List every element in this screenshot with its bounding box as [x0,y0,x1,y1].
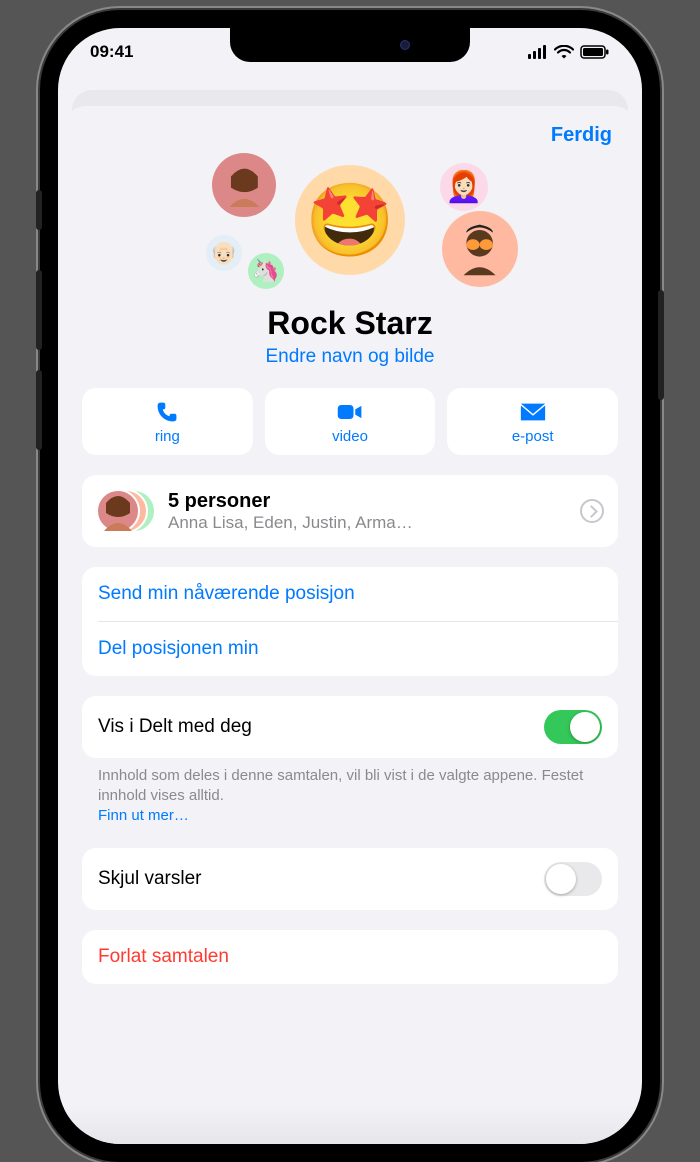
people-avatars [96,487,156,535]
people-names: Anna Lisa, Eden, Justin, Arma… [168,513,568,533]
chevron-right-icon [580,499,604,523]
shared-with-you-card: Vis i Delt med deg [82,696,618,758]
mail-button[interactable]: e-post [447,388,618,455]
shared-with-you-label: Vis i Delt med deg [98,716,252,738]
hide-alerts-label: Skjul varsler [98,868,201,890]
cellular-icon [528,45,548,59]
status-icons [528,45,610,59]
side-button [36,190,42,230]
learn-more-link[interactable]: Finn ut mer… [82,807,618,828]
share-my-location[interactable]: Del posisjonen min [82,622,618,676]
hide-alerts-toggle[interactable] [544,862,602,896]
volume-down-button [36,370,42,450]
group-avatar-cluster[interactable]: 👴🏻 🦄 🤩 👩🏻‍🦰 [82,153,618,303]
battery-icon [580,45,610,59]
power-button [658,290,664,400]
notch [230,28,470,62]
leave-conversation[interactable]: Forlat samtalen [82,930,618,984]
call-button[interactable]: ring [82,388,253,455]
screen: 09:41 Ferdig 👴🏻 🦄 🤩 👩🏻‍🦰 [58,28,642,1144]
video-label: video [332,428,368,445]
people-count: 5 personer [168,490,568,513]
mail-icon [519,400,547,424]
action-buttons: ring video e-post [82,388,618,455]
member-avatar-2: 👴🏻 [206,235,242,271]
status-time: 09:41 [90,42,133,62]
group-main-avatar: 🤩 [295,165,405,275]
video-button[interactable]: video [265,388,436,455]
member-avatar-3: 🦄 [248,253,284,289]
phone-icon [153,400,181,424]
hide-alerts-card: Skjul varsler [82,848,618,910]
edit-name-photo-link[interactable]: Endre navn og bilde [82,346,618,368]
location-card: Send min nåværende posisjon Del posisjon… [82,567,618,676]
shared-footer-note: Innhold som deles i denne samtalen, vil … [82,758,618,807]
group-name: Rock Starz [82,305,618,342]
mail-label: e-post [512,428,554,445]
shared-with-you-row: Vis i Delt med deg [82,696,618,758]
bottom-fade [58,1104,642,1144]
shared-with-you-toggle[interactable] [544,710,602,744]
phone-frame: 09:41 Ferdig 👴🏻 🦄 🤩 👩🏻‍🦰 [40,10,660,1162]
people-card: 5 personer Anna Lisa, Eden, Justin, Arma… [82,475,618,547]
call-label: ring [155,428,180,445]
details-sheet: Ferdig 👴🏻 🦄 🤩 👩🏻‍🦰 Rock Starz Endre navn… [64,106,636,1144]
send-current-location[interactable]: Send min nåværende posisjon [82,567,618,621]
hide-alerts-row: Skjul varsler [82,848,618,910]
member-avatar-4: 👩🏻‍🦰 [440,163,488,211]
member-avatar-1 [212,153,276,217]
done-button[interactable]: Ferdig [551,124,612,147]
video-icon [336,400,364,424]
member-avatar-5 [442,211,518,287]
leave-card: Forlat samtalen [82,930,618,984]
volume-up-button [36,270,42,350]
wifi-icon [554,45,574,59]
people-row[interactable]: 5 personer Anna Lisa, Eden, Justin, Arma… [82,475,618,547]
